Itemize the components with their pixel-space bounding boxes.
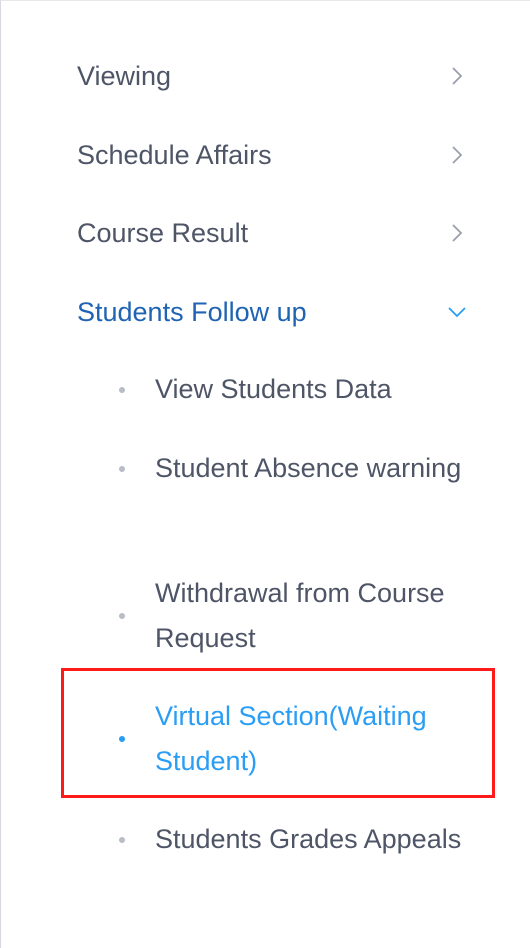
sidebar-menu: Viewing Schedule Affairs Course Result S… xyxy=(0,0,530,948)
menu-item-schedule-affairs[interactable]: Schedule Affairs xyxy=(77,130,469,180)
menu-item-label: Schedule Affairs xyxy=(77,139,272,170)
submenu-item-view-students-data[interactable]: View Students Data xyxy=(119,367,479,412)
submenu-item-withdrawal-from-course-request[interactable]: Withdrawal from Course Request xyxy=(119,571,479,661)
submenu-item-students-grades-appeals[interactable]: Students Grades Appeals xyxy=(119,817,479,862)
bullet-dot-icon xyxy=(119,386,125,393)
submenu-item-label: View Students Data xyxy=(155,374,392,404)
submenu-item-label: Withdrawal from Course Request xyxy=(155,578,445,653)
menu-item-viewing[interactable]: Viewing xyxy=(77,51,469,101)
bullet-dot-icon xyxy=(119,613,125,619)
submenu-item-label: Students Grades Appeals xyxy=(155,824,462,854)
chevron-right-icon xyxy=(445,143,469,167)
bullet-dot-icon xyxy=(119,836,125,843)
bullet-dot-icon xyxy=(119,736,125,742)
submenu-item-student-absence-warning[interactable]: Student Absence warning xyxy=(119,446,479,491)
menu-item-students-follow-up[interactable]: Students Follow up xyxy=(77,287,469,337)
submenu-item-label: Student Absence warning xyxy=(155,453,462,483)
chevron-right-icon xyxy=(445,64,469,88)
submenu-item-virtual-section[interactable]: Virtual Section(Waiting Student) xyxy=(119,694,479,784)
submenu-item-label: Virtual Section(Waiting Student) xyxy=(155,701,427,776)
chevron-down-icon xyxy=(445,300,469,324)
bullet-dot-icon xyxy=(119,465,125,472)
menu-item-label: Students Follow up xyxy=(77,296,307,327)
chevron-right-icon xyxy=(445,221,469,245)
menu-item-course-result[interactable]: Course Result xyxy=(77,208,469,258)
menu-item-label: Viewing xyxy=(77,60,172,91)
menu-item-label: Course Result xyxy=(77,217,249,248)
